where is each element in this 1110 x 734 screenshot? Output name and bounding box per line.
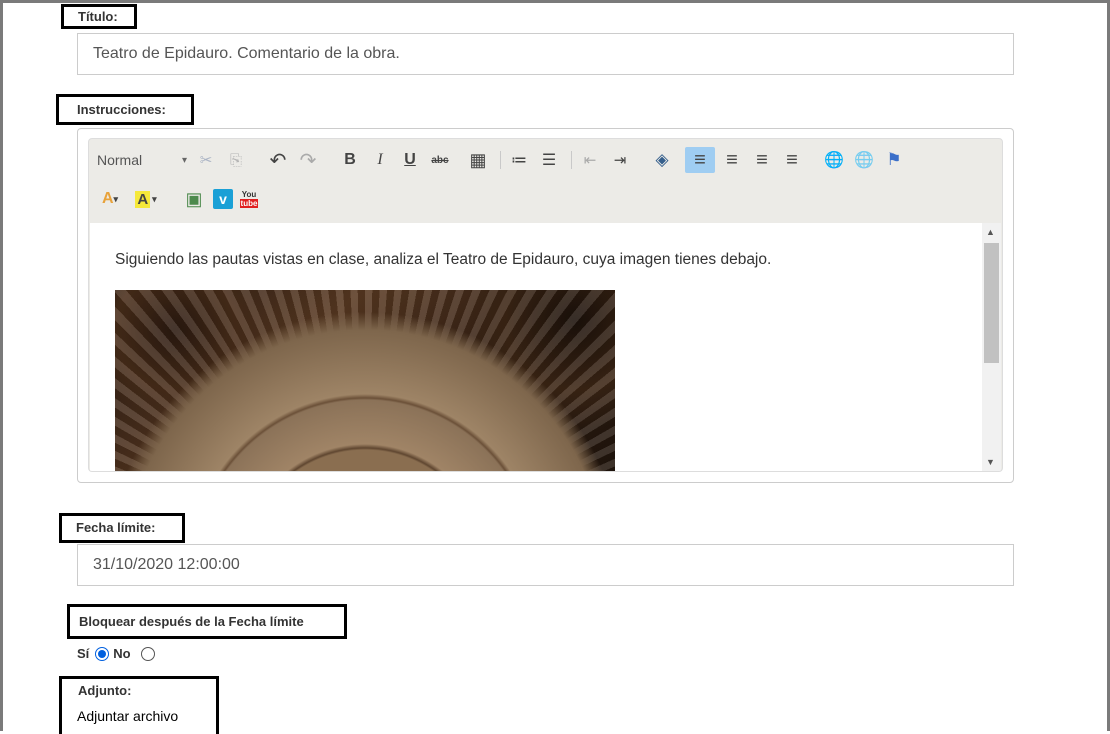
scrollbar-thumb[interactable] [984,243,999,363]
toolbar-separator [571,151,572,169]
table-icon[interactable]: ▦ [465,147,491,173]
format-select[interactable]: Normal ▾ [89,152,193,168]
chevron-down-icon: ▾ [181,154,187,166]
bloquear-label: Bloquear después de la Fecha límite [67,604,347,639]
titulo-input[interactable]: Teatro de Epidauro. Comentario de la obr… [77,33,1014,75]
editor-content[interactable]: Siguiendo las pautas vistas en clase, an… [90,223,983,471]
radio-si[interactable] [95,646,110,661]
adjuntar-archivo-button[interactable]: Adjuntar archivo [77,708,178,724]
italic-icon[interactable]: I [367,147,393,173]
editor-scrollbar[interactable]: ▲ ▼ [982,223,1001,471]
bulleted-list-icon[interactable]: ☰ [536,147,562,173]
text-color-icon[interactable]: A ▾ [95,186,125,212]
scroll-down-icon[interactable]: ▼ [986,457,995,467]
copy-icon[interactable]: ⎘ [223,147,249,173]
adjunto-label: Adjunto: [59,676,219,734]
editor-frame: Normal ▾ ✂ ⎘ ↶ ↷ B I U abc ▦ ≔ ☰ ⇤ ⇥ ◈ ≡ [88,138,1003,472]
image-icon[interactable]: ▣ [181,186,207,212]
radio-no[interactable] [140,646,155,661]
strikethrough-icon[interactable]: abc [427,147,453,173]
align-right-icon[interactable]: ≡ [749,147,775,173]
indent-icon[interactable]: ⇥ [607,147,633,173]
align-left-icon[interactable]: ≡ [685,147,715,173]
option-no-label: No [113,646,131,661]
underline-icon[interactable]: U [397,147,423,173]
vimeo-icon[interactable]: v [213,189,233,209]
background-color-icon[interactable]: A ▾ [129,186,163,212]
unlink-icon[interactable]: 🌐 [851,147,877,173]
option-si-label: Sí [77,646,90,661]
instructions-text: Siguiendo las pautas vistas en clase, an… [115,251,772,268]
toolbar-row-2: A ▾ A ▾ ▣ v You tube [95,186,263,212]
cut-icon[interactable]: ✂ [193,147,219,173]
titulo-label: Título: [61,4,137,29]
youtube-icon[interactable]: You tube [239,188,259,210]
justify-icon[interactable]: ≡ [779,147,805,173]
outdent-icon[interactable]: ⇤ [577,147,603,173]
fecha-limite-input[interactable]: 31/10/2020 12:00:00 [77,544,1014,586]
bloquear-radio-group: Sí No [77,646,159,661]
align-center-icon[interactable]: ≡ [719,147,745,173]
undo-icon[interactable]: ↶ [265,147,291,173]
rich-text-editor: Normal ▾ ✂ ⎘ ↶ ↷ B I U abc ▦ ≔ ☰ ⇤ ⇥ ◈ ≡ [77,128,1014,483]
bold-icon[interactable]: B [337,147,363,173]
link-icon[interactable]: 🌐 [821,147,847,173]
toolbar-row-1: Normal ▾ ✂ ⎘ ↶ ↷ B I U abc ▦ ≔ ☰ ⇤ ⇥ ◈ ≡ [89,147,911,173]
toolbar-separator [500,151,501,169]
scroll-up-icon[interactable]: ▲ [986,227,995,237]
epidaurus-theater-image [115,290,615,471]
source-icon[interactable]: ◈ [649,147,675,173]
anchor-icon[interactable]: ⚑ [881,147,907,173]
redo-icon[interactable]: ↷ [295,147,321,173]
fecha-limite-label: Fecha límite: [59,513,185,543]
instrucciones-label: Instrucciones: [56,94,194,125]
numbered-list-icon[interactable]: ≔ [506,147,532,173]
